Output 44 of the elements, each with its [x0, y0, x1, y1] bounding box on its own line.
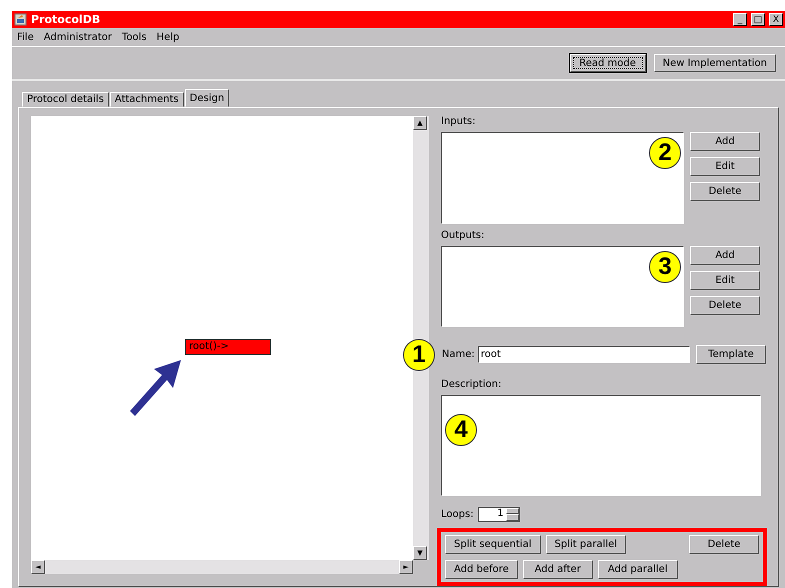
menu-item[interactable]: Tools — [122, 32, 147, 42]
list-button[interactable]: Delete — [690, 296, 760, 315]
field-label: Outputs: — [441, 230, 486, 243]
loops-spinner[interactable]: 1 — [478, 506, 520, 522]
window-control[interactable]: _ — [733, 13, 747, 26]
window-title: ProtocolDB — [31, 13, 102, 26]
list-button[interactable]: Edit — [690, 270, 760, 290]
numbered-callout: 3 — [649, 250, 681, 283]
spin-down-button[interactable] — [506, 514, 519, 521]
menu-item[interactable]: File — [17, 32, 34, 42]
field-label: Loops: — [441, 508, 474, 520]
app-icon — [14, 13, 27, 26]
name-field[interactable]: root — [478, 346, 690, 364]
list-button[interactable]: Add — [690, 246, 760, 265]
tab[interactable]: Protocol details — [22, 92, 109, 107]
action-button[interactable]: Split sequential — [445, 534, 540, 554]
action-button[interactable]: Split parallel — [546, 534, 626, 554]
action-button[interactable]: Add parallel — [598, 560, 678, 579]
template-button[interactable]: Template — [696, 345, 766, 364]
toolbar-button[interactable]: New Implementation — [654, 54, 776, 72]
list-box[interactable]: 3 — [441, 246, 684, 327]
field-label: Description: — [441, 378, 502, 392]
window-control[interactable]: X — [769, 13, 783, 26]
menu-item[interactable]: Administrator — [44, 32, 112, 42]
action-button[interactable]: Add after — [522, 560, 593, 579]
numbered-callout: 2 — [649, 136, 681, 169]
menu-item[interactable]: Help — [156, 32, 180, 42]
numbered-callout: 4 — [445, 414, 477, 446]
diagram-node[interactable]: root()-> — [185, 339, 271, 355]
spin-up-button[interactable] — [506, 508, 519, 514]
list-button[interactable]: Delete — [690, 182, 760, 201]
field-label: Inputs: — [441, 116, 476, 129]
delete-button[interactable]: Delete — [689, 534, 759, 554]
list-button[interactable]: Edit — [690, 156, 760, 176]
list-button[interactable]: Add — [690, 132, 760, 151]
description-field[interactable]: 4 — [441, 395, 761, 496]
field-label: Name: — [442, 349, 475, 360]
tab[interactable]: Design — [184, 89, 230, 107]
list-box[interactable]: 2 — [441, 132, 684, 224]
action-button[interactable]: Add before — [445, 560, 518, 579]
tab[interactable]: Attachments — [110, 92, 184, 107]
toolbar-button[interactable]: Read mode — [570, 54, 646, 72]
arrow-icon — [129, 358, 183, 418]
window-control[interactable]: □ — [751, 13, 765, 26]
